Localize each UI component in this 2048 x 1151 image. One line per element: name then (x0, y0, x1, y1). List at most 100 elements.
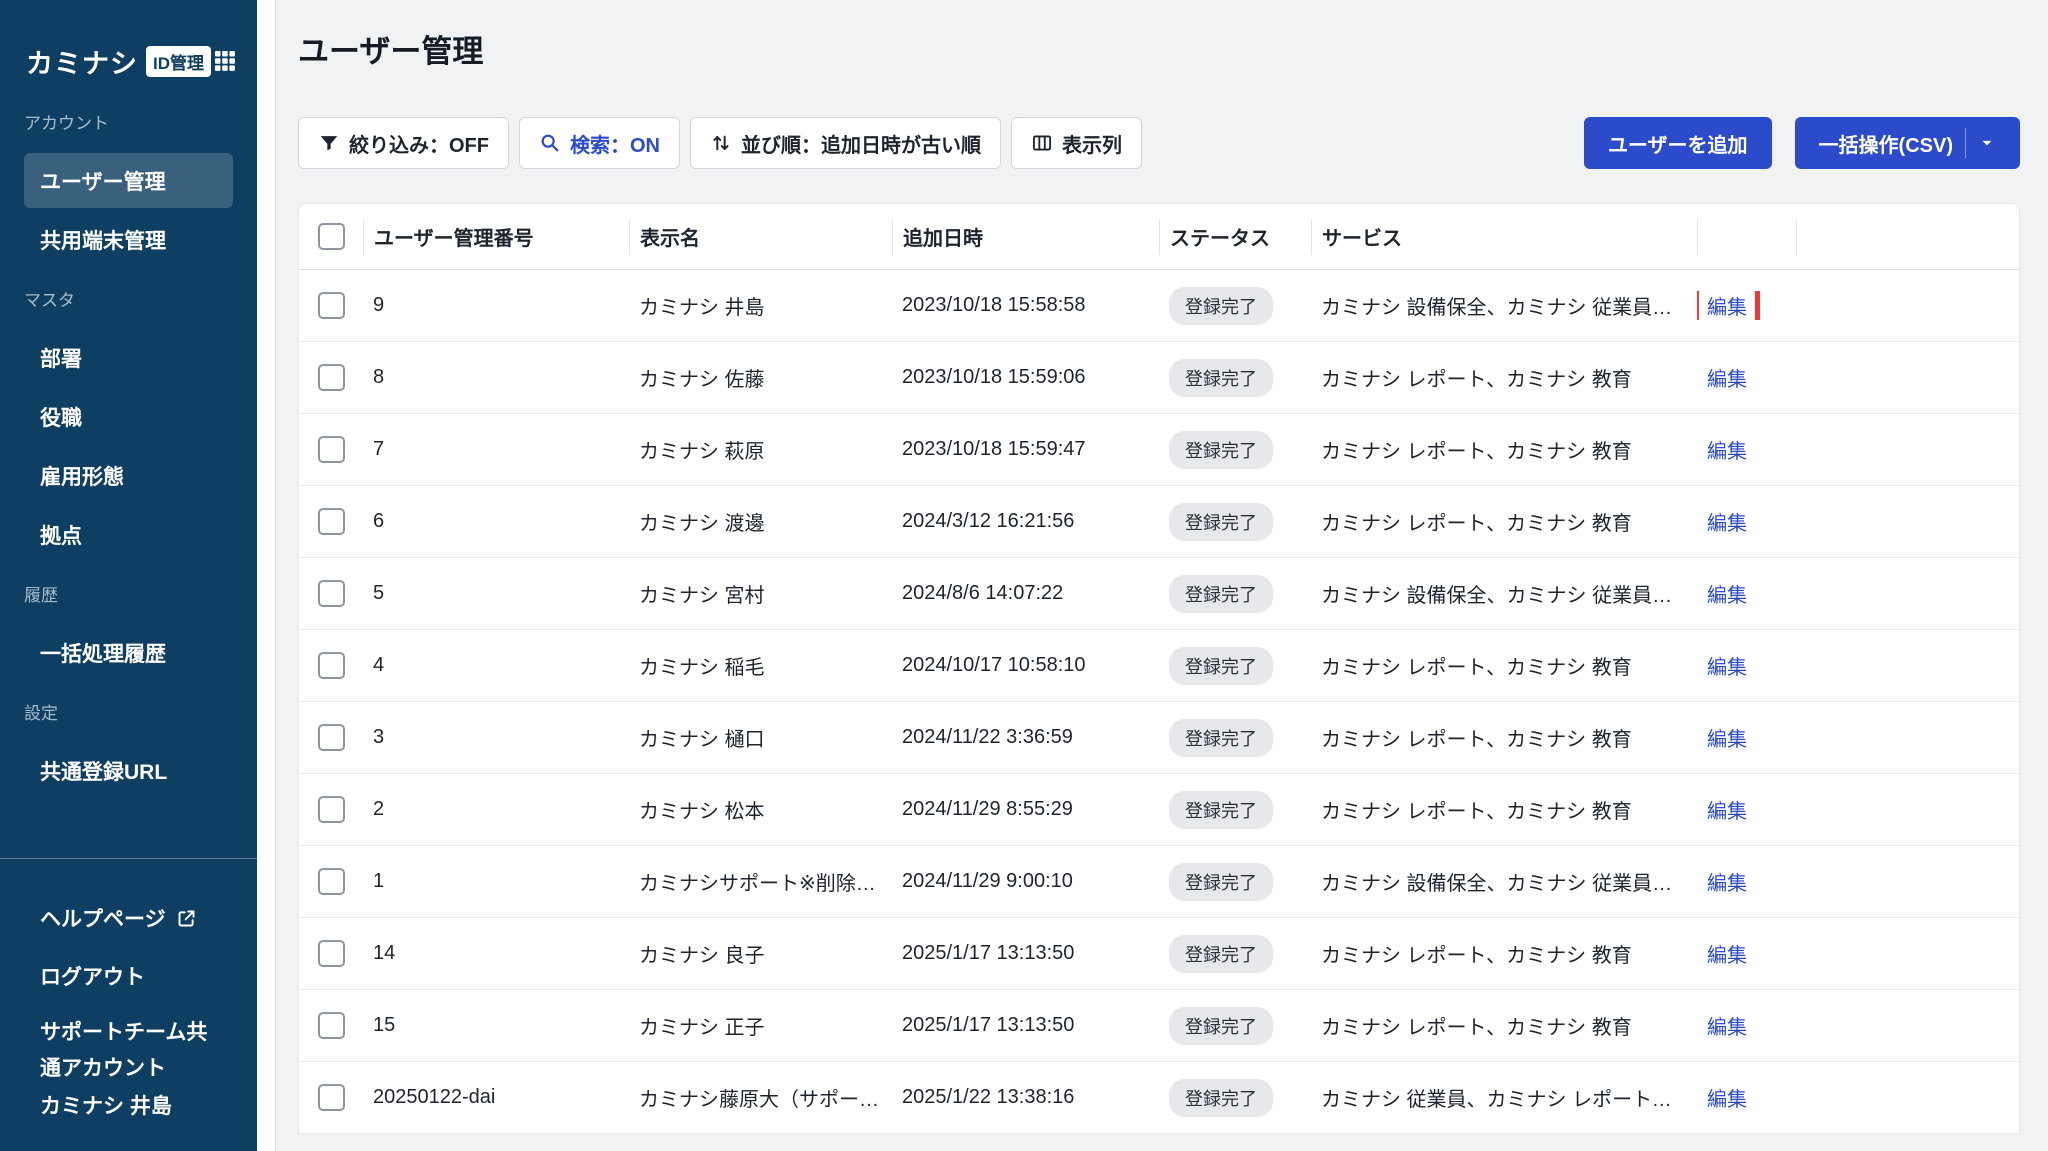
sidebar-item-position[interactable]: 役職 (24, 389, 233, 444)
edit-link[interactable]: 編集 (1707, 729, 1747, 751)
account-name: サポートチーム共通アカウント (40, 1015, 225, 1087)
table-row: 20250122-dai カミナシ藤原大（サポー… 2025/1/22 13:3… (299, 1062, 2019, 1134)
edit-link[interactable]: 編集 (1707, 369, 1747, 391)
user-table: ユーザー管理番号 表示名 追加日時 ステータス サービス 9 カミナシ 井島 2… (298, 203, 2020, 1134)
row-checkbox[interactable] (318, 1084, 345, 1111)
row-select-cell (299, 508, 363, 535)
display-columns-button[interactable]: 表示列 (1011, 117, 1142, 169)
row-services: カミナシ レポート、カミナシ 教育 (1311, 651, 1697, 680)
row-id: 4 (363, 654, 629, 677)
row-status-cell: 登録完了 (1159, 863, 1311, 901)
sidebar-item-employment-type[interactable]: 雇用形態 (24, 448, 233, 503)
table-row: 14 カミナシ 良子 2025/1/17 13:13:50 登録完了 カミナシ … (299, 918, 2019, 990)
logout-label: ログアウト (40, 961, 145, 991)
row-select-cell (299, 724, 363, 751)
button-divider (1965, 128, 1966, 158)
row-id: 5 (363, 582, 629, 605)
account-block: サポートチーム共通アカウント カミナシ 井島 (24, 1005, 233, 1125)
row-checkbox[interactable] (318, 1012, 345, 1039)
row-id: 15 (363, 1014, 629, 1037)
edit-link[interactable]: 編集 (1707, 1017, 1747, 1039)
row-select-cell (299, 1012, 363, 1039)
search-button[interactable]: 検索：ON (519, 117, 680, 169)
sidebar-footer: ヘルプページ ログアウト サポートチーム共通アカウント カミナシ 井島 (0, 858, 257, 1125)
row-added: 2025/1/17 13:13:50 (892, 942, 1159, 965)
row-id: 8 (363, 366, 629, 389)
edit-link[interactable]: 編集 (1707, 441, 1747, 463)
row-id: 7 (363, 438, 629, 461)
sidebar-section-label: マスタ (0, 269, 257, 328)
sidebar-item-help-page[interactable]: ヘルプページ (24, 889, 233, 947)
table-row: 3 カミナシ 樋口 2024/11/22 3:36:59 登録完了 カミナシ レ… (299, 702, 2019, 774)
status-badge: 登録完了 (1169, 431, 1273, 469)
sidebar-item-bulk-history[interactable]: 一括処理履歴 (24, 625, 233, 680)
row-services: カミナシ レポート、カミナシ 教育 (1311, 507, 1697, 536)
sidebar-item-shared-device-management[interactable]: 共用端末管理 (24, 212, 233, 267)
col-header-edit (1697, 219, 1796, 255)
row-id: 9 (363, 294, 629, 317)
sidebar-item-common-registration-url[interactable]: 共通登録URL (24, 743, 233, 798)
sidebar-item-logout[interactable]: ログアウト (24, 947, 233, 1005)
row-checkbox[interactable] (318, 508, 345, 535)
table-row: 4 カミナシ 稲毛 2024/10/17 10:58:10 登録完了 カミナシ … (299, 630, 2019, 702)
bulk-operation-csv-button[interactable]: 一括操作(CSV) (1795, 117, 2020, 169)
row-name: カミナシ 良子 (629, 939, 892, 968)
brand-name: カミナシ (26, 42, 138, 81)
sort-order-button-label: 並び順：追加日時が古い順 (741, 129, 981, 158)
table-header-row: ユーザー管理番号 表示名 追加日時 ステータス サービス (299, 204, 2019, 270)
table-row: 2 カミナシ 松本 2024/11/29 8:55:29 登録完了 カミナシ レ… (299, 774, 2019, 846)
row-checkbox[interactable] (318, 292, 345, 319)
sidebar-item-location[interactable]: 拠点 (24, 507, 233, 562)
select-all-checkbox[interactable] (318, 223, 345, 250)
row-checkbox[interactable] (318, 436, 345, 463)
row-checkbox[interactable] (318, 796, 345, 823)
funnel-icon (318, 132, 340, 154)
row-select-cell (299, 292, 363, 319)
row-added: 2023/10/18 15:59:47 (892, 438, 1159, 461)
edit-link[interactable]: 編集 (1707, 873, 1747, 895)
edit-link[interactable]: 編集 (1707, 297, 1747, 319)
row-select-cell (299, 436, 363, 463)
sidebar-item-department[interactable]: 部署 (24, 330, 233, 385)
row-checkbox[interactable] (318, 940, 345, 967)
edit-link[interactable]: 編集 (1707, 513, 1747, 535)
edit-link[interactable]: 編集 (1707, 1089, 1747, 1111)
edit-link[interactable]: 編集 (1707, 585, 1747, 607)
row-checkbox[interactable] (318, 652, 345, 679)
edit-link[interactable]: 編集 (1707, 945, 1747, 967)
row-checkbox[interactable] (318, 724, 345, 751)
row-status-cell: 登録完了 (1159, 791, 1311, 829)
col-header-services: サービス (1311, 219, 1697, 255)
filter-button[interactable]: 絞り込み：OFF (298, 117, 509, 169)
sort-arrows-icon (710, 132, 732, 154)
sidebar-item-user-management[interactable]: ユーザー管理 (24, 153, 233, 208)
row-checkbox[interactable] (318, 868, 345, 895)
add-user-button-label: ユーザーを追加 (1608, 129, 1748, 158)
edit-link[interactable]: 編集 (1707, 801, 1747, 823)
row-select-cell (299, 364, 363, 391)
add-user-button[interactable]: ユーザーを追加 (1584, 117, 1772, 169)
sidebar-section-label: 設定 (0, 682, 257, 741)
grid-apps-icon[interactable] (213, 49, 237, 73)
row-checkbox[interactable] (318, 580, 345, 607)
table-row: 9 カミナシ 井島 2023/10/18 15:58:58 登録完了 カミナシ … (299, 270, 2019, 342)
row-checkbox[interactable] (318, 364, 345, 391)
col-header-select (299, 219, 363, 255)
row-edit-cell: 編集 (1697, 579, 1796, 608)
row-services: カミナシ 設備保全、カミナシ 従業員… (1311, 579, 1697, 608)
row-edit-cell: 編集 (1697, 795, 1796, 824)
columns-icon (1031, 132, 1053, 154)
col-header-user-id: ユーザー管理番号 (363, 219, 629, 255)
help-page-label: ヘルプページ (40, 903, 166, 933)
brand-logo: カミナシ ID管理 (0, 30, 257, 92)
display-columns-button-label: 表示列 (1062, 129, 1122, 158)
bulk-operation-button-label: 一括操作(CSV) (1819, 129, 1953, 158)
row-services: カミナシ レポート、カミナシ 教育 (1311, 363, 1697, 392)
row-name: カミナシ 佐藤 (629, 363, 892, 392)
edit-link[interactable]: 編集 (1707, 657, 1747, 679)
row-status-cell: 登録完了 (1159, 575, 1311, 613)
sort-order-button[interactable]: 並び順：追加日時が古い順 (690, 117, 1001, 169)
row-id: 2 (363, 798, 629, 821)
table-row: 1 カミナシサポート※削除… 2024/11/29 9:00:10 登録完了 カ… (299, 846, 2019, 918)
row-name: カミナシ藤原大（サポー… (629, 1083, 892, 1112)
